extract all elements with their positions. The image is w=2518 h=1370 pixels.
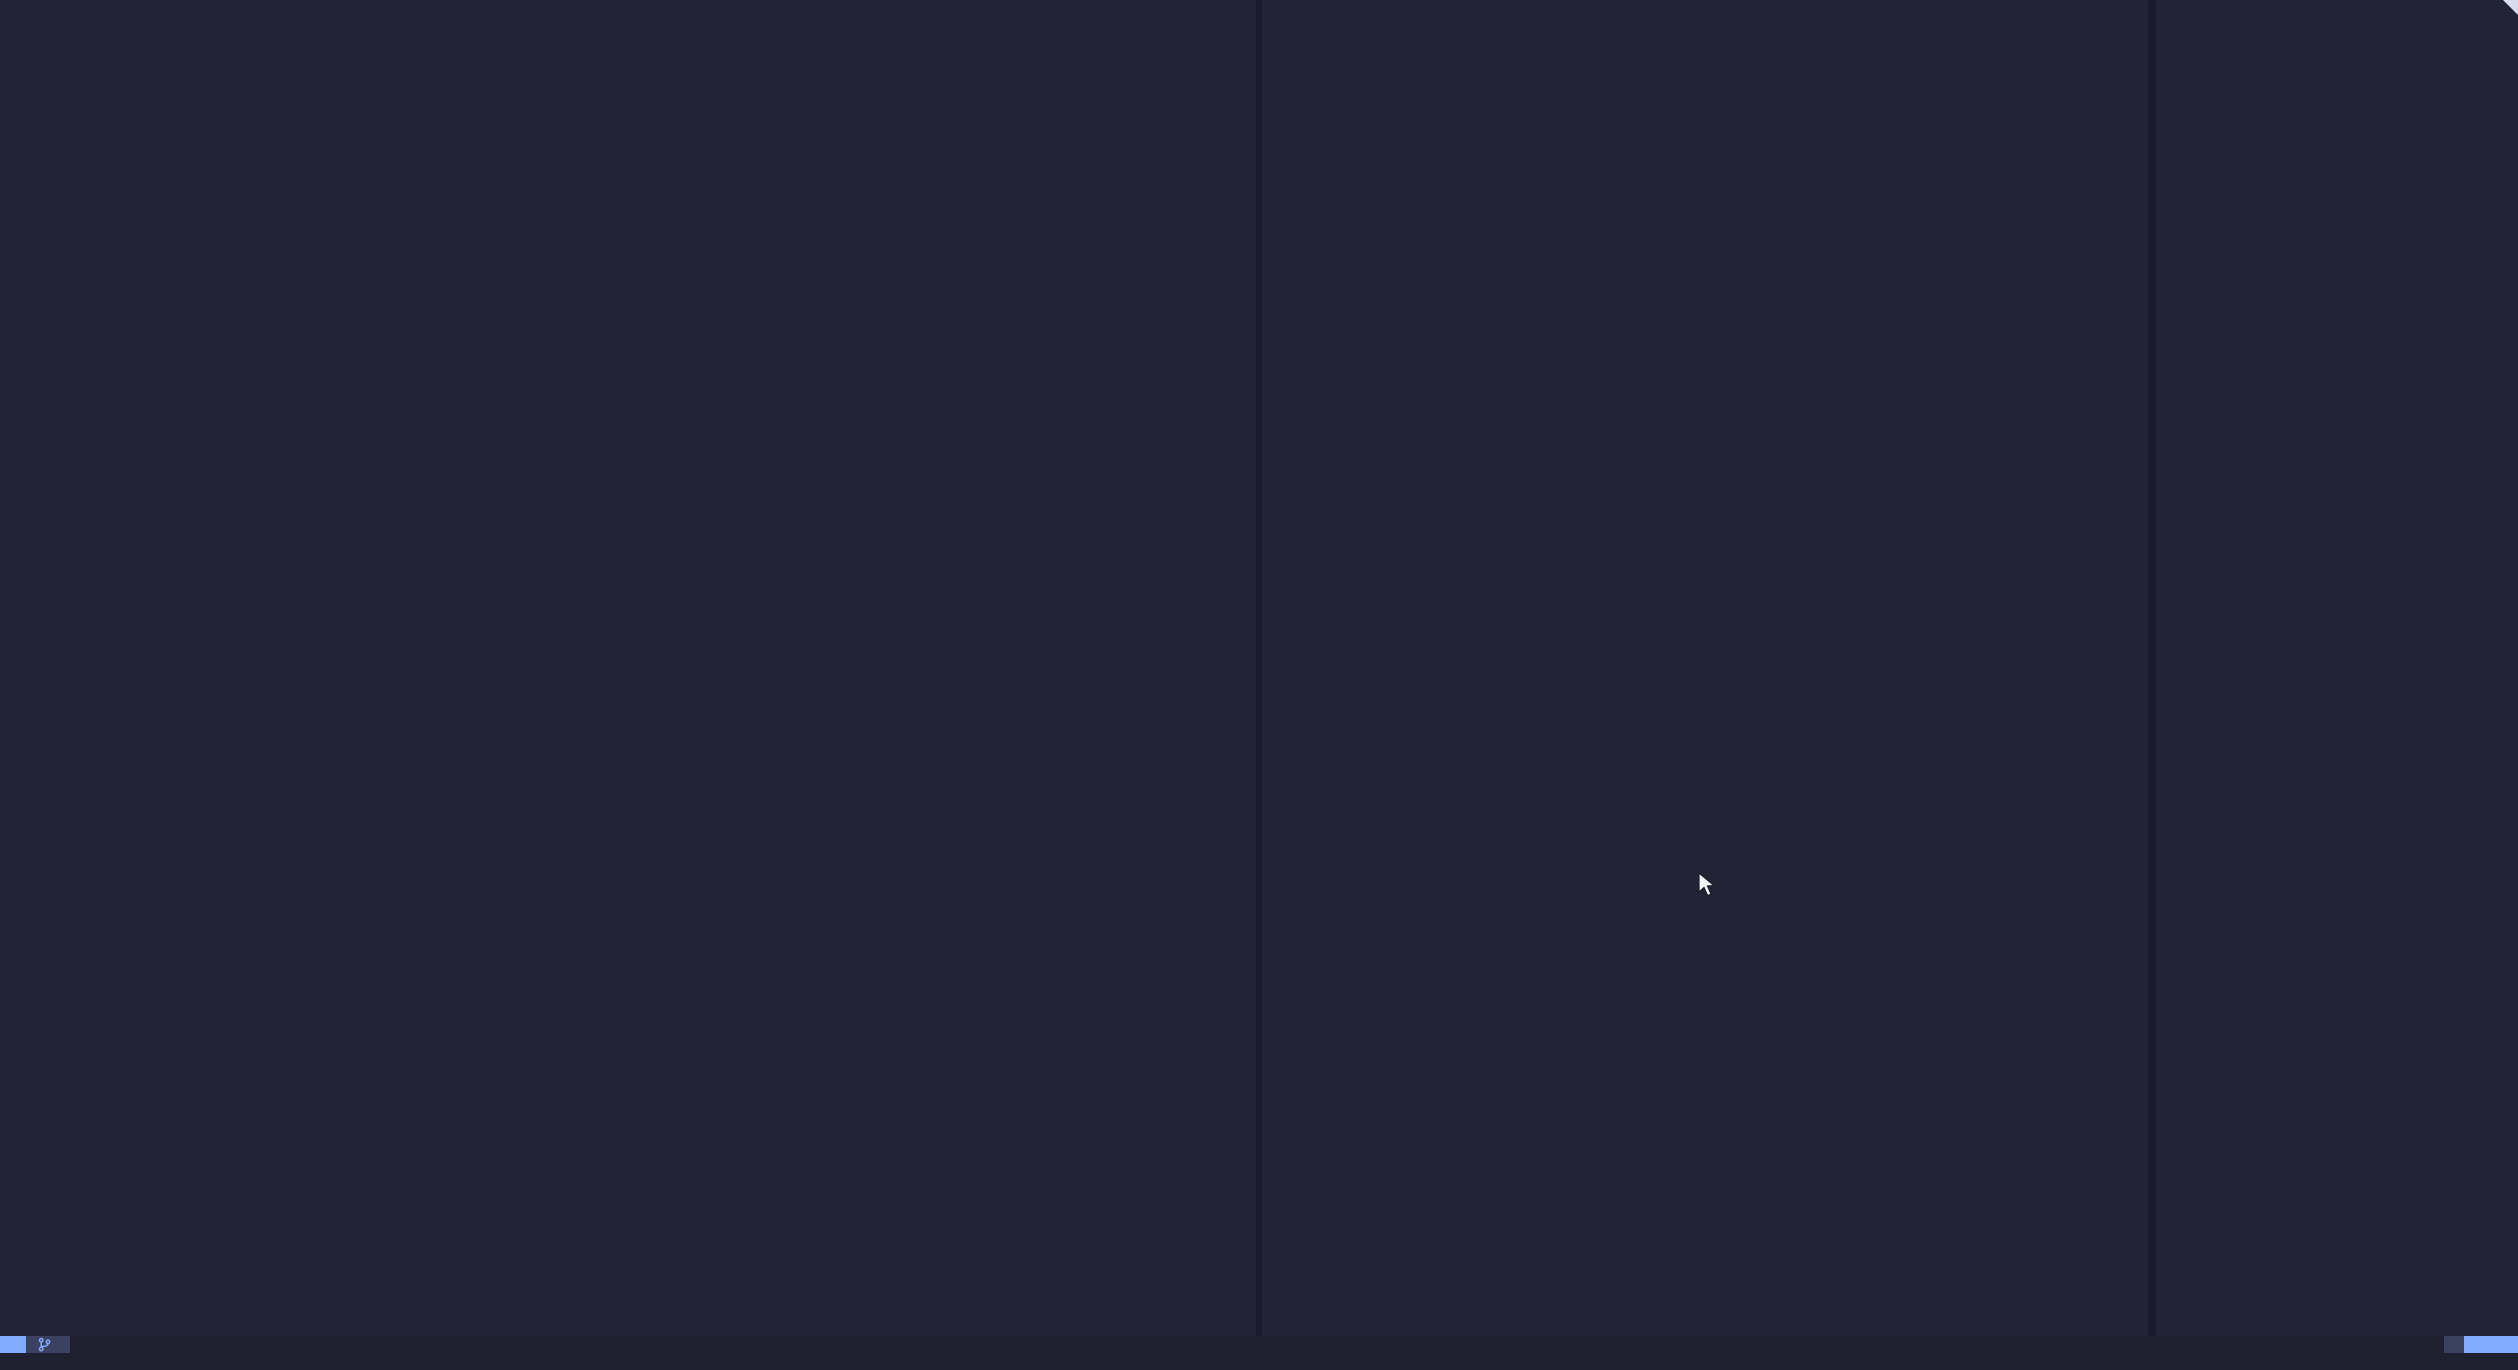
mode-indicator	[0, 1336, 26, 1353]
cursor-position	[2464, 1336, 2518, 1353]
command-line[interactable]	[0, 1353, 2518, 1370]
git-branch-icon	[38, 1337, 51, 1352]
mouse-cursor	[1698, 872, 1718, 900]
neo-tree-panel[interactable]	[2156, 0, 2518, 1336]
statusline	[0, 1336, 2518, 1353]
neo-tree-root[interactable]	[2156, 2, 2518, 20]
neovim-window	[0, 0, 2518, 1370]
git-branch[interactable]	[26, 1336, 70, 1353]
code-pane-config-nix[interactable]	[1262, 0, 2148, 1336]
scroll-percent	[2444, 1336, 2464, 1353]
folder-open-icon	[2168, 3, 2185, 19]
code-pane-flake-nix[interactable]	[0, 0, 1256, 1336]
window-separator-2[interactable]	[2148, 0, 2156, 1336]
corner-fold-icon	[2503, 0, 2518, 15]
editor-area	[0, 0, 2518, 1336]
